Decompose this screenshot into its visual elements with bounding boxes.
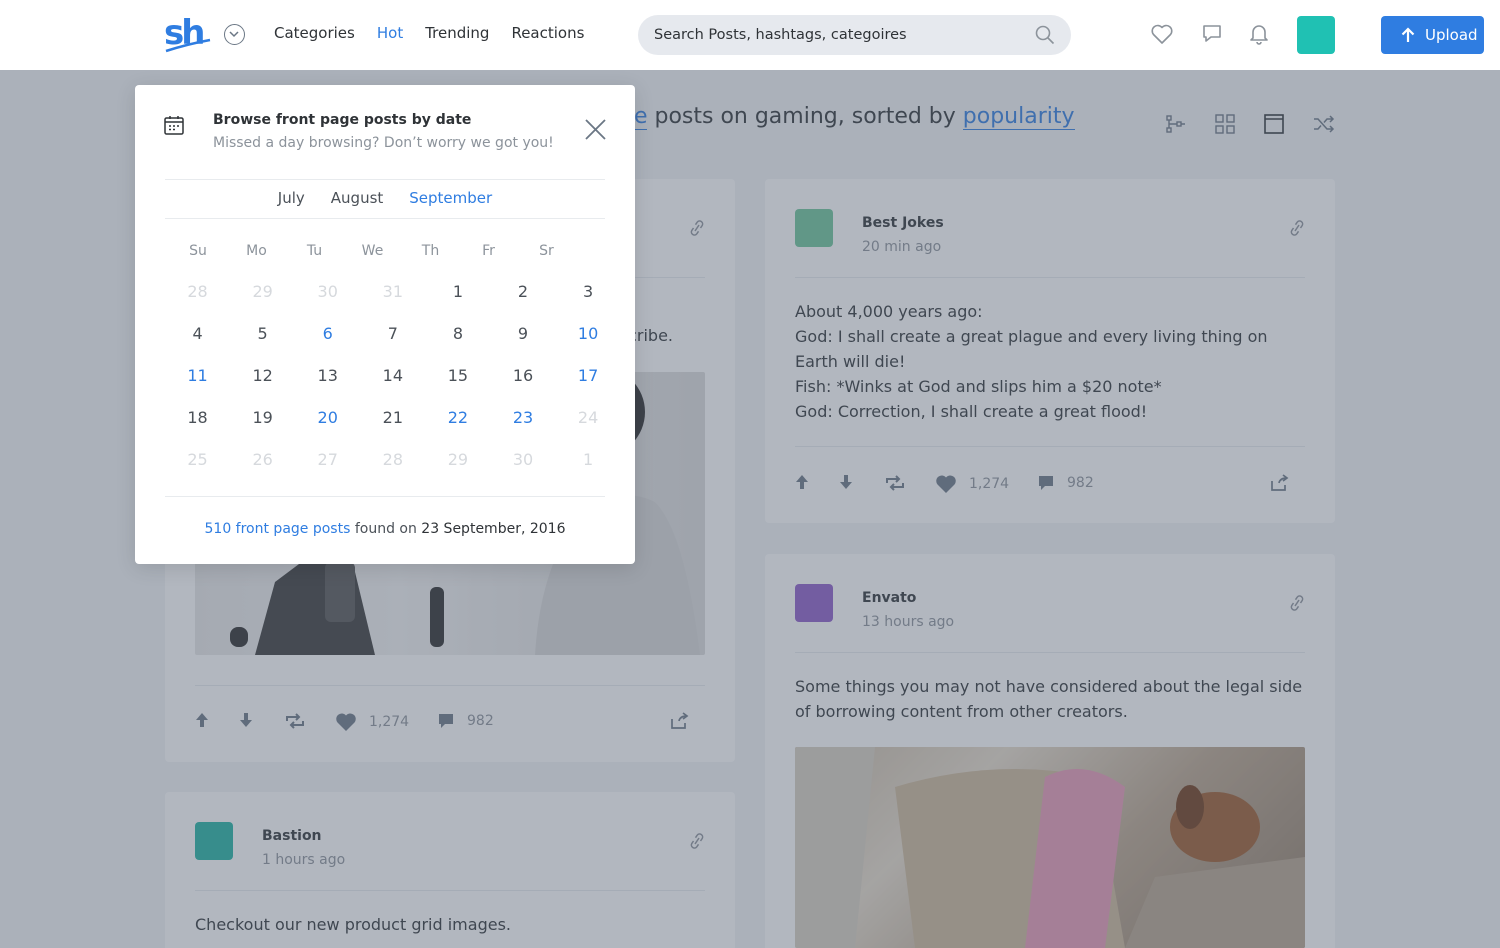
footer-text: found on	[350, 521, 422, 537]
weekday-header: Su Mo Tu We Th Fr Sr	[165, 243, 621, 259]
popup-divider	[165, 218, 605, 219]
calendar-day[interactable]: 12	[230, 362, 295, 404]
calendar-day: 28	[187, 282, 208, 301]
calendar-day: 27	[317, 450, 338, 469]
calendar-day: 25	[187, 450, 208, 469]
tab-september[interactable]: September	[409, 189, 493, 219]
calendar-day[interactable]: 4	[165, 320, 230, 362]
bell-icon[interactable]	[1249, 23, 1269, 45]
calendar-day[interactable]: 20	[295, 404, 360, 446]
popup-footer: 510 front page posts found on 23 Septemb…	[135, 521, 635, 537]
calendar-day[interactable]: 15	[425, 362, 490, 404]
calendar-grid: 28 29 30 31 1 2 3 4 5 6 7 8 9 10 11 12 13 14 15 16 17 18 19 20 2…	[165, 278, 621, 488]
tab-august[interactable]: August	[331, 189, 384, 219]
calendar-day[interactable]: 6	[295, 320, 360, 362]
nav-trending[interactable]: Trending	[425, 24, 489, 42]
calendar-day: 26	[252, 450, 273, 469]
calendar-week-row: 18 19 20 21 22 23 24	[165, 404, 621, 446]
weekday-label: Th	[421, 243, 440, 259]
calendar-day[interactable]: 21	[360, 404, 425, 446]
calendar-day[interactable]: 23	[490, 404, 555, 446]
calendar-day: 29	[252, 282, 273, 301]
tab-july[interactable]: July	[278, 189, 305, 219]
search-icon[interactable]	[1035, 25, 1055, 45]
weekday-label: We	[361, 243, 384, 259]
site-logo[interactable]: sh	[164, 14, 212, 54]
weekday-label: Fr	[482, 243, 495, 259]
calendar-week-row: 11 12 13 14 15 16 17	[165, 362, 621, 404]
weekday-label: Mo	[246, 243, 267, 259]
calendar-week-row: 25 26 27 28 29 30 1	[165, 446, 621, 488]
chevron-down-icon	[229, 31, 239, 38]
main-nav: Categories Hot Trending Reactions	[274, 24, 606, 42]
calendar-day[interactable]: 3	[556, 278, 621, 320]
calendar-day: 30	[512, 450, 534, 469]
logo-dropdown-button[interactable]	[224, 24, 245, 45]
calendar-week-row: 4 5 6 7 8 9 10	[165, 320, 621, 362]
calendar-day[interactable]: 16	[490, 362, 555, 404]
calendar-day[interactable]: 1	[425, 278, 490, 320]
nav-categories[interactable]: Categories	[274, 24, 355, 42]
calendar-day[interactable]: 19	[230, 404, 295, 446]
weekday-label: Tu	[306, 243, 323, 259]
nav-reactions[interactable]: Reactions	[511, 24, 584, 42]
calendar-day[interactable]: 13	[295, 362, 360, 404]
popup-subtitle: Missed a day browsing? Don’t worry we go…	[213, 135, 554, 151]
close-icon[interactable]	[585, 119, 606, 140]
chat-icon[interactable]	[1201, 23, 1223, 45]
weekday-label: Su	[189, 243, 207, 259]
calendar-day[interactable]: 10	[556, 320, 621, 362]
selected-date: 23 September, 2016	[421, 521, 566, 537]
popup-divider	[165, 179, 605, 180]
calendar-day[interactable]: 5	[230, 320, 295, 362]
weekday-label: Sr	[539, 243, 554, 259]
calendar-day[interactable]: 11	[165, 362, 230, 404]
upload-label: Upload	[1425, 26, 1478, 44]
calendar-day: 31	[382, 282, 403, 301]
calendar-week-row: 28 29 30 31 1 2 3	[165, 278, 621, 320]
calendar-day: 29	[447, 450, 469, 469]
calendar-day[interactable]: 22	[425, 404, 490, 446]
calendar-day[interactable]: 8	[425, 320, 490, 362]
heart-icon[interactable]	[1150, 23, 1174, 45]
calendar-day: 24	[577, 408, 599, 427]
top-header: sh Categories Hot Trending Reactions Upl…	[0, 0, 1500, 70]
calendar-day: 1	[583, 450, 594, 469]
calendar-day[interactable]: 18	[165, 404, 230, 446]
arrow-up-icon	[1401, 27, 1415, 42]
calendar-day: 28	[382, 450, 403, 469]
calendar-day[interactable]: 9	[490, 320, 555, 362]
month-tabs: July August September	[135, 189, 635, 219]
popup-title: Browse front page posts by date	[213, 112, 472, 128]
user-avatar[interactable]	[1297, 16, 1335, 54]
calendar-day[interactable]: 17	[556, 362, 621, 404]
search-input[interactable]	[654, 15, 1024, 55]
calendar-day[interactable]: 7	[360, 320, 425, 362]
search-bar	[638, 15, 1071, 55]
popup-divider	[165, 496, 605, 497]
front-page-posts-link[interactable]: 510 front page posts	[205, 521, 351, 537]
date-browse-popup: Browse front page posts by date Missed a…	[135, 85, 635, 564]
calendar-icon	[164, 116, 184, 135]
calendar-day[interactable]: 2	[490, 278, 555, 320]
calendar-day[interactable]: 14	[360, 362, 425, 404]
calendar-day: 30	[317, 282, 338, 301]
nav-hot[interactable]: Hot	[377, 24, 403, 42]
upload-button[interactable]: Upload	[1381, 16, 1484, 54]
